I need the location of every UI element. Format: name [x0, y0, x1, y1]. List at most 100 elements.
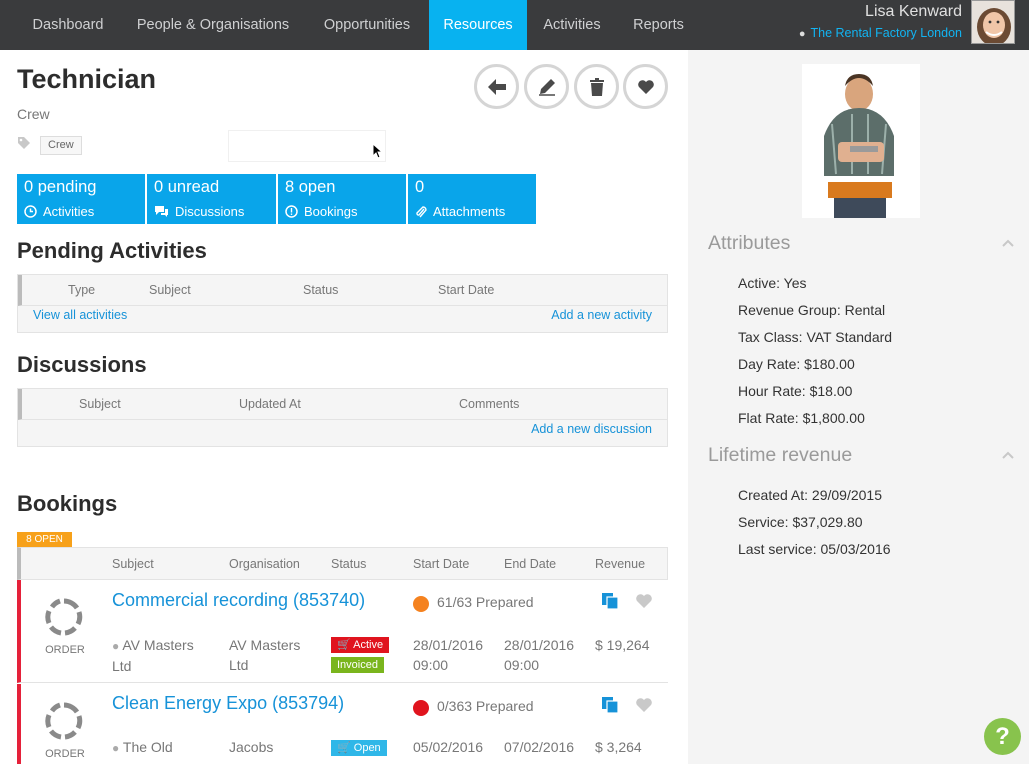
trash-icon [589, 77, 604, 96]
counter-label-row: Bookings [285, 204, 357, 219]
heart-icon[interactable] [635, 697, 653, 713]
venue-cell: ● The Old [112, 737, 173, 758]
status-text: Open [353, 742, 381, 754]
status-dot [413, 700, 429, 716]
venue-line: The Old [122, 739, 173, 755]
copy-icon[interactable] [601, 592, 619, 610]
heart-icon[interactable] [635, 593, 653, 609]
nav-resources[interactable]: Resources [429, 0, 527, 54]
lifetime-revenue-title[interactable]: Lifetime revenue [708, 444, 852, 467]
attribute-item: Hour Rate: $18.00 [738, 383, 853, 399]
cart-icon: 🛒 [337, 742, 351, 754]
order-progress-icon [45, 598, 83, 636]
table-header: Subject Updated At Comments [18, 389, 667, 420]
column-header[interactable]: Status [303, 283, 338, 297]
edit-button[interactable] [524, 64, 569, 109]
chevron-up-icon[interactable] [1002, 239, 1014, 247]
counter-discussions[interactable]: 0 unread Discussions [147, 174, 276, 224]
pending-activities-title: Pending Activities [17, 238, 207, 263]
end-date-cell: 28/01/2016 09:00 [504, 635, 574, 675]
column-header[interactable]: Type [68, 283, 95, 297]
date-line: 28/01/2016 [504, 637, 575, 653]
nav-activities[interactable]: Activities [528, 0, 616, 50]
counter-label: Bookings [304, 204, 358, 219]
status-badge-active: 🛒 Active [331, 637, 390, 653]
booking-subject-link[interactable]: Clean Energy Expo (853794) [112, 693, 344, 714]
lifetime-item: Service: $37,029.80 [738, 514, 863, 530]
column-header[interactable]: Revenue [595, 557, 645, 571]
add-activity-link[interactable]: Add a new activity [551, 308, 652, 322]
help-button[interactable]: ? [984, 718, 1021, 755]
booking-type-label: ORDER [45, 644, 85, 656]
organisation-line: AV Masters [229, 637, 301, 653]
pending-activities-table: Type Subject Status Start Date View all … [17, 274, 668, 333]
main-content: Technician Crew Crew 0 pending Activitie… [0, 50, 688, 764]
nav-dashboard[interactable]: Dashboard [16, 0, 120, 50]
booking-row[interactable]: ORDER Clean Energy Expo (853794) 0/363 P… [17, 684, 668, 764]
mouse-cursor-icon [372, 143, 384, 159]
counter-label-row: Activities [24, 204, 94, 219]
counter-label: Discussions [175, 204, 245, 219]
counter-value: 0 [415, 178, 425, 196]
start-date-cell: 28/01/2016 09:00 [413, 635, 483, 675]
copy-icon[interactable] [601, 696, 619, 714]
map-pin-icon: ● [112, 639, 120, 653]
organisation-cell: AV Masters Ltd [229, 635, 300, 675]
order-progress-icon [45, 702, 83, 740]
page-title: Technician [17, 64, 157, 94]
open-count-badge: 8 OPEN [17, 532, 72, 547]
start-date-cell: 05/02/2016 [413, 739, 484, 755]
arrow-left-icon [487, 78, 506, 95]
back-button[interactable] [474, 64, 519, 109]
booking-subject-link[interactable]: Commercial recording (853740) [112, 590, 365, 611]
venue-line: Ltd [112, 658, 132, 674]
column-header[interactable]: Start Date [413, 557, 469, 571]
counter-bookings[interactable]: 8 open Bookings [278, 174, 406, 224]
column-header[interactable]: Start Date [438, 283, 494, 297]
nav-reports[interactable]: Reports [617, 0, 700, 50]
prepared-count: 61/63 Prepared [437, 594, 534, 610]
attributes-title[interactable]: Attributes [708, 232, 790, 255]
view-all-activities-link[interactable]: View all activities [33, 308, 127, 322]
avatar[interactable] [971, 0, 1015, 44]
venue-cell: ● AV Masters Ltd [112, 635, 194, 676]
top-navigation: Dashboard People & Organisations Opportu… [0, 0, 1029, 54]
column-header[interactable]: Updated At [239, 397, 301, 411]
add-discussion-link[interactable]: Add a new discussion [531, 422, 652, 436]
discussions-title: Discussions [17, 352, 147, 377]
paperclip-icon [416, 205, 427, 217]
column-header[interactable]: Subject [112, 557, 154, 571]
organisation-line: Ltd [229, 657, 249, 673]
tag-icon [18, 137, 30, 149]
status-text: Active [353, 639, 384, 651]
column-header[interactable]: Comments [459, 397, 519, 411]
counter-value: 0 unread [154, 178, 220, 196]
column-header[interactable]: Subject [79, 397, 121, 411]
bookings-table-header: Subject Organisation Status Start Date E… [17, 547, 668, 580]
user-organisation[interactable]: ● The Rental Factory London [799, 26, 962, 40]
resource-photo [802, 64, 920, 218]
column-header[interactable]: End Date [504, 557, 556, 571]
nav-opportunities[interactable]: Opportunities [306, 0, 428, 50]
counter-attachments[interactable]: 0 Attachments [408, 174, 536, 224]
counter-value: 8 open [285, 178, 336, 196]
page-subtitle: Crew [17, 106, 50, 122]
column-header[interactable]: Subject [149, 283, 191, 297]
tag-crew[interactable]: Crew [40, 136, 82, 155]
favourite-button[interactable] [623, 64, 668, 109]
column-header[interactable]: Organisation [229, 557, 300, 571]
date-line: 28/01/2016 [413, 637, 484, 653]
delete-button[interactable] [574, 64, 619, 109]
user-name[interactable]: Lisa Kenward [865, 3, 962, 21]
heart-icon [637, 79, 654, 94]
alert-circle-icon [285, 205, 298, 218]
counter-activities[interactable]: 0 pending Activities [17, 174, 145, 224]
status-dot [413, 596, 429, 612]
booking-type-label: ORDER [45, 748, 85, 760]
column-header[interactable]: Status [331, 557, 366, 571]
time-line: 09:00 [413, 657, 449, 673]
nav-people-organisations[interactable]: People & Organisations [121, 0, 305, 50]
booking-row[interactable]: ORDER Commercial recording (853740) 61/6… [17, 580, 668, 683]
chevron-up-icon[interactable] [1002, 451, 1014, 459]
counter-value: 0 pending [24, 178, 97, 196]
